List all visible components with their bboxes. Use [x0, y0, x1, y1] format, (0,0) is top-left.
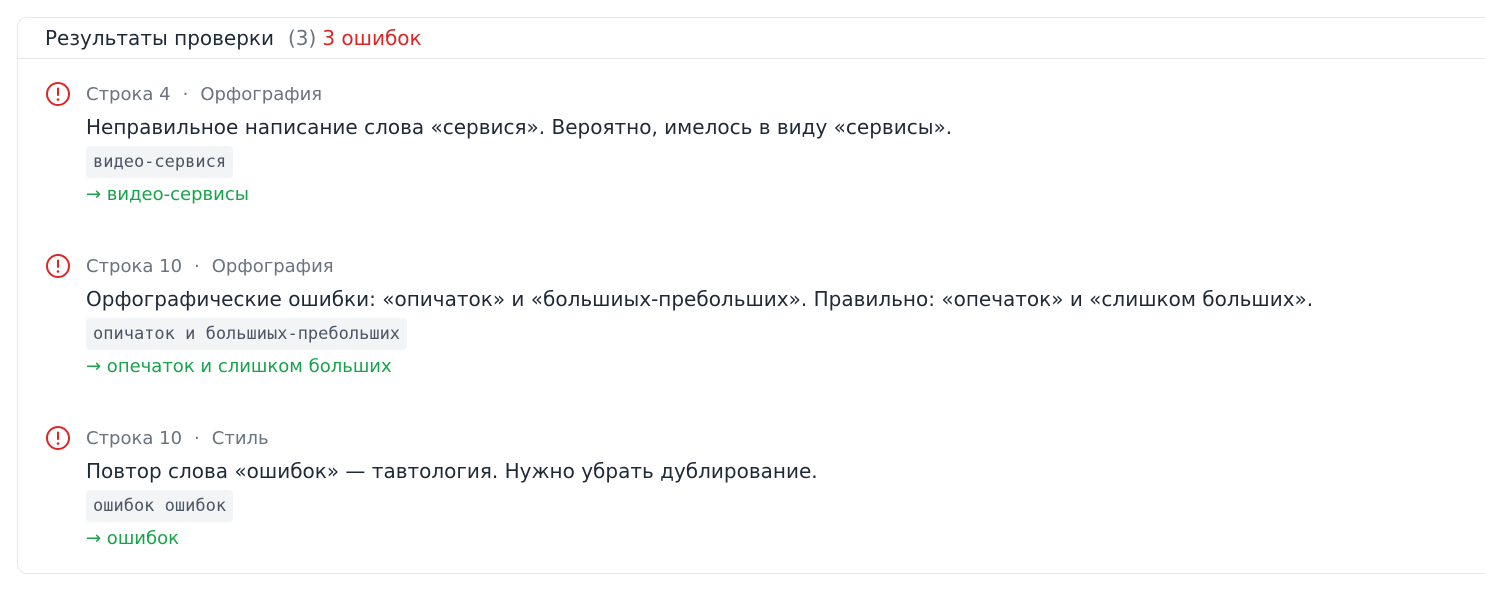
- issue-category: Стиль: [211, 427, 269, 449]
- issue-message: Повтор слова «ошибок» — тавтология. Нужн…: [86, 459, 818, 483]
- panel-title: Результаты проверки: [45, 26, 274, 50]
- issue-body: Строка 4 · Орфография Неправильное напис…: [86, 78, 1485, 205]
- issue-meta: Строка 10 · Стиль: [86, 422, 1485, 454]
- issue-line: Строка 10: [86, 427, 183, 449]
- error-circle-icon: [46, 254, 70, 278]
- meta-separator: ·: [194, 427, 200, 449]
- issue-snippet: видео-сервися: [86, 146, 234, 178]
- issue-category: Орфография: [211, 255, 334, 277]
- results-count: (3): [287, 26, 317, 50]
- issue-snippet: опичаток и большиых-пребольших: [86, 318, 408, 350]
- issue-fix-suggestion[interactable]: → опечаток и слишком больших: [86, 356, 1485, 377]
- meta-separator: ·: [182, 83, 189, 105]
- check-results-panel: Результаты проверки (3) 3 ошибок Строка …: [17, 17, 1485, 574]
- error-circle-icon: [46, 426, 70, 450]
- issue-meta: Строка 10 · Орфография: [86, 250, 1485, 282]
- issue-body: Строка 10 · Орфография Орфографические о…: [86, 250, 1485, 377]
- issue-snippet: ошибок ошибок: [86, 490, 234, 522]
- error-circle-icon: [46, 82, 70, 106]
- issue-meta: Строка 4 · Орфография: [86, 78, 1485, 110]
- issue-fix-suggestion[interactable]: → ошибок: [86, 528, 1485, 549]
- issue-line: Строка 10: [86, 255, 183, 277]
- error-count-badge: 3 ошибок: [322, 26, 422, 50]
- issue-fix-suggestion[interactable]: → видео-сервисы: [86, 184, 1485, 205]
- issue-message: Орфографические ошибки: «опичаток» и «бо…: [86, 287, 1314, 311]
- panel-header: Результаты проверки (3) 3 ошибок: [18, 18, 1485, 59]
- issue-category: Орфография: [200, 83, 323, 105]
- issue-message: Неправильное написание слова «сервися». …: [86, 115, 953, 139]
- meta-separator: ·: [194, 255, 200, 277]
- issue-line: Строка 4: [86, 83, 171, 105]
- issue-body: Строка 10 · Стиль Повтор слова «ошибок» …: [86, 422, 1485, 549]
